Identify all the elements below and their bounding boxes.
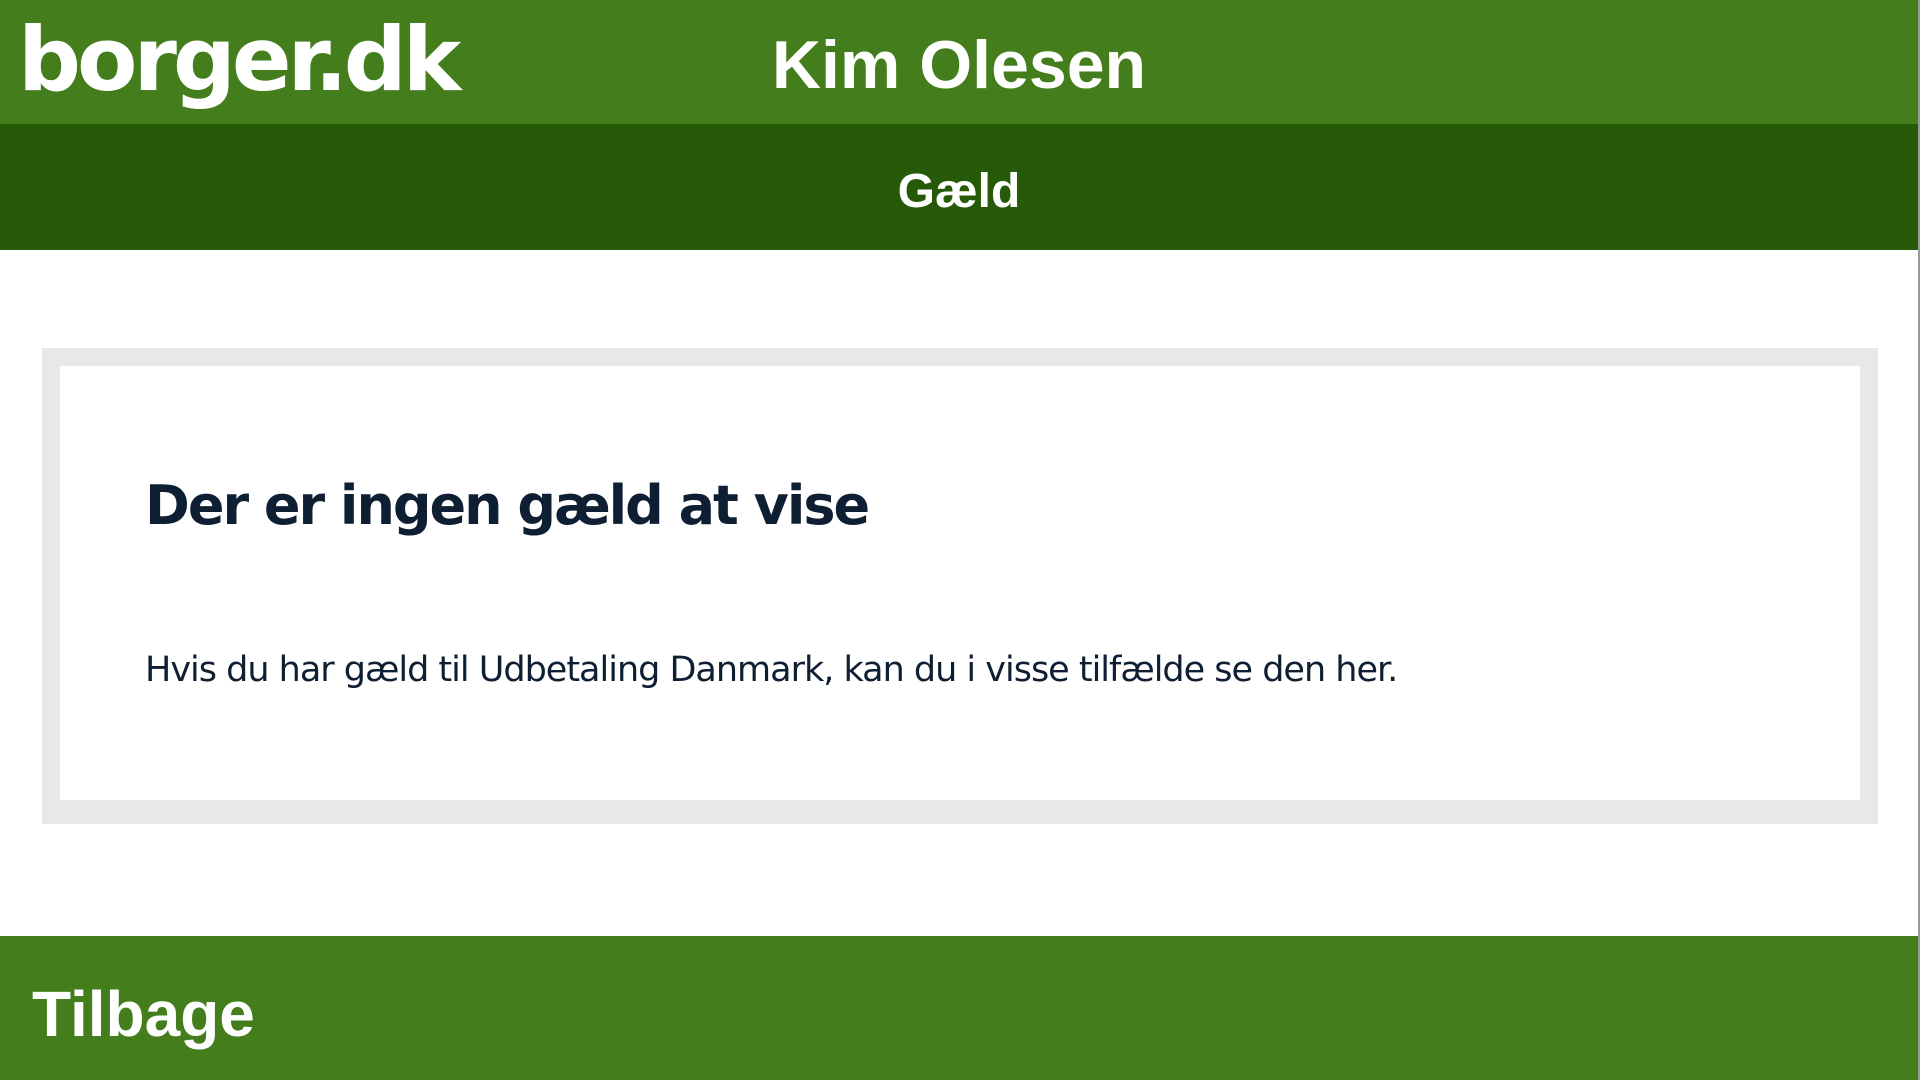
section-header-bar: Gæld xyxy=(0,124,1918,250)
back-button[interactable]: Tilbage xyxy=(32,978,255,1050)
page-title: Gæld xyxy=(897,165,1021,218)
bottom-footer-bar: Tilbage xyxy=(0,936,1918,1080)
card-heading: Der er ingen gæld at vise xyxy=(145,474,870,537)
card-description: Hvis du har gæld til Udbetaling Danmark,… xyxy=(145,650,1398,690)
top-header-bar: borger.dk Kim Olesen xyxy=(0,0,1918,124)
user-name: Kim Olesen xyxy=(771,27,1147,103)
info-card: Der er ingen gæld at vise Hvis du har gæ… xyxy=(60,366,1860,800)
info-card-frame: Der er ingen gæld at vise Hvis du har gæ… xyxy=(42,348,1878,824)
